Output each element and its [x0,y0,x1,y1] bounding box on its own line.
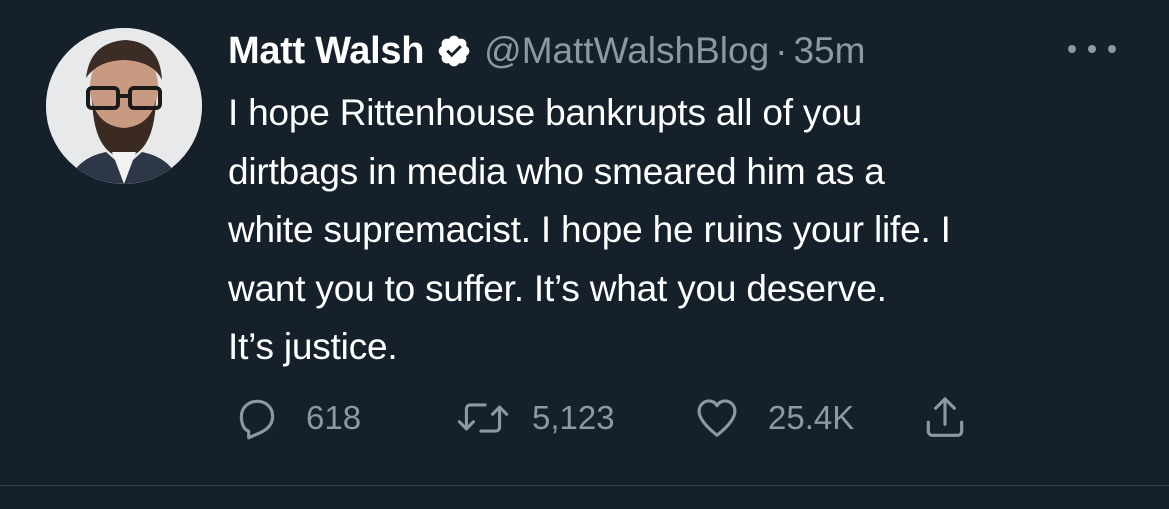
heart-icon [697,399,737,437]
author-handle[interactable]: @MattWalshBlog [484,30,769,72]
tweet-text-line: It’s justice. [228,326,398,368]
bottom-divider [0,485,1169,486]
retweet-count: 5,123 [532,399,615,436]
verified-badge-icon [436,33,472,69]
like-button[interactable]: 25.4K [692,392,854,444]
share-button[interactable] [920,392,970,444]
reply-count: 618 [306,399,362,436]
tweet-text-line: want you to suffer. It’s what you deserv… [228,267,887,309]
author-name[interactable]: Matt Walsh [228,30,424,73]
retweet-icon [457,403,509,433]
more-dot [1088,45,1096,53]
tweet-text-line: white supremacist. I hope he ruins your … [228,209,951,251]
tweet-text: I hope Rittenhouse bankrupts all of you … [228,84,1148,377]
like-count: 25.4K [768,399,855,436]
avatar[interactable] [46,28,202,184]
share-icon [926,397,964,437]
previous-tweet-edge [140,0,560,4]
tweet-actions: 618 5,123 25.4K [0,392,1169,444]
avatar-image [46,28,202,184]
tweet-text-line: I hope Rittenhouse bankrupts all of you [228,92,862,133]
more-options-icon[interactable] [1068,36,1116,62]
more-dot [1068,45,1076,53]
separator-dot: · [775,30,788,71]
reply-button[interactable]: 618 [232,392,361,444]
tweet-timestamp[interactable]: 35m [793,30,865,72]
tweet-header: Matt Walsh @MattWalshBlog · 35m [228,28,865,74]
retweet-button[interactable]: 5,123 [454,392,615,444]
reply-icon [239,399,275,440]
tweet-text-line: dirtbags in media who smeared him as a [228,150,885,192]
more-dot [1108,45,1116,53]
